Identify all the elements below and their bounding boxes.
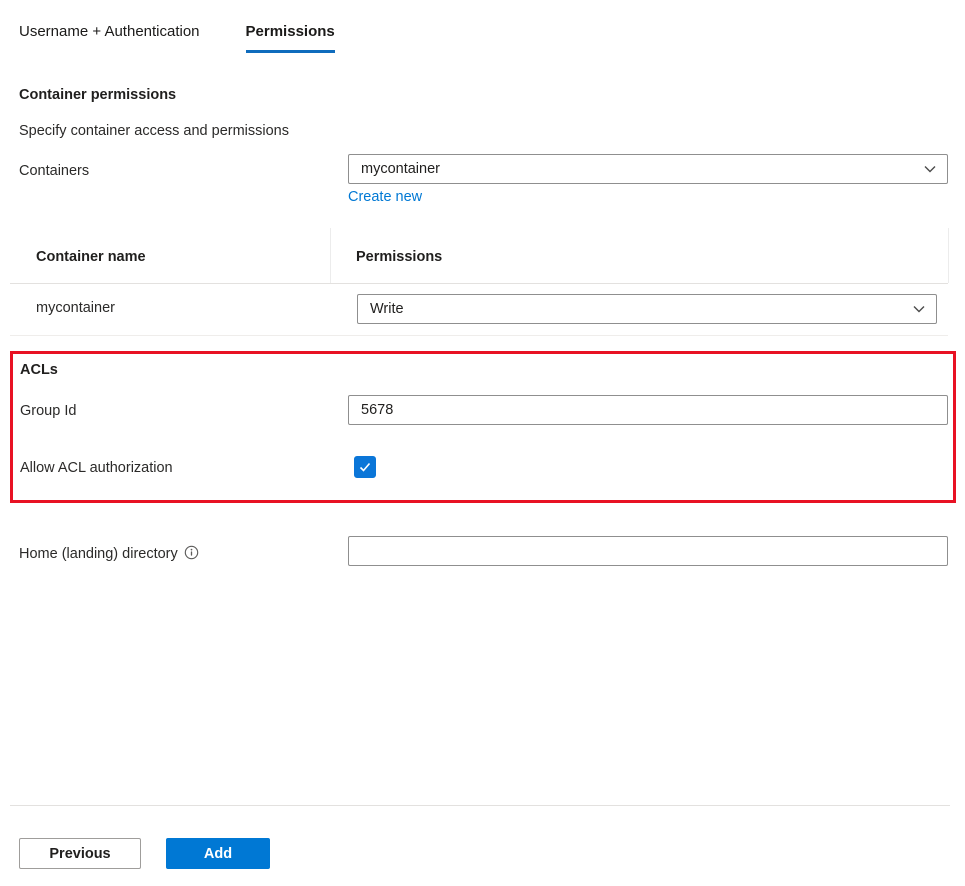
chevron-down-icon [912, 302, 926, 316]
allow-acl-label: Allow ACL authorization [20, 460, 173, 476]
table-cell-container-name: mycontainer [36, 300, 115, 316]
containers-dropdown[interactable]: mycontainer [348, 154, 948, 184]
tab-username-authentication[interactable]: Username + Authentication [19, 23, 200, 53]
allow-acl-checkbox[interactable] [354, 456, 376, 478]
home-directory-label-text: Home (landing) directory [19, 546, 178, 562]
table-header-container-name: Container name [36, 249, 146, 265]
chevron-down-icon [923, 162, 937, 176]
permission-dropdown-value: Write [370, 301, 404, 317]
container-permissions-description: Specify container access and permissions [19, 123, 289, 139]
table-column-divider [330, 228, 331, 283]
containers-label: Containers [19, 163, 89, 179]
home-directory-input[interactable] [361, 543, 937, 559]
group-id-field-frame [348, 395, 948, 425]
create-new-link[interactable]: Create new [348, 189, 422, 205]
containers-dropdown-value: mycontainer [361, 161, 440, 177]
tab-bar: Username + Authentication Permissions [19, 23, 335, 53]
add-button[interactable]: Add [166, 838, 270, 869]
tab-permissions[interactable]: Permissions [246, 23, 335, 53]
permission-dropdown[interactable]: Write [357, 294, 937, 324]
home-directory-label: Home (landing) directory [19, 545, 199, 562]
group-id-input[interactable] [361, 402, 937, 418]
footer-divider [10, 805, 950, 806]
home-directory-field-frame [348, 536, 948, 566]
info-icon[interactable] [184, 545, 199, 560]
acl-highlight-box [10, 351, 956, 503]
table-row: mycontainer Write [0, 283, 965, 335]
table-row-border [10, 335, 948, 336]
acls-heading: ACLs [20, 362, 58, 378]
checkmark-icon [358, 460, 372, 474]
table-header-permissions: Permissions [356, 249, 442, 265]
group-id-label: Group Id [20, 403, 76, 419]
previous-button[interactable]: Previous [19, 838, 141, 869]
container-permissions-heading: Container permissions [19, 87, 176, 103]
table-right-divider [948, 228, 949, 283]
